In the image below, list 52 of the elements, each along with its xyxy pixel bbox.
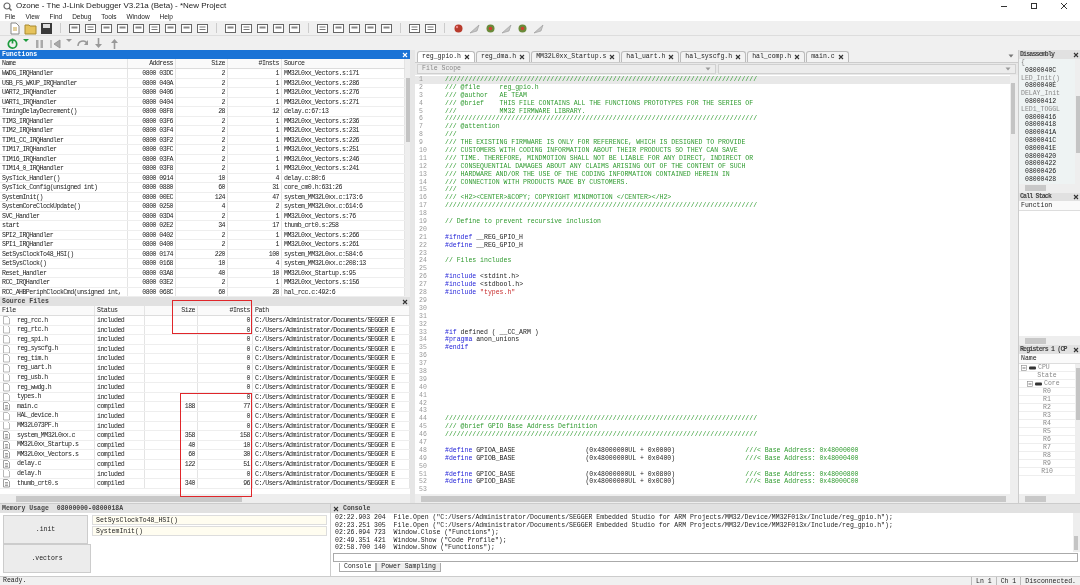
window-title: Ozone - The J-Link Debugger V3.21a (Beta) - *New Project: [16, 1, 227, 11]
close-icon[interactable]: [668, 54, 675, 60]
window-icon[interactable]: [132, 21, 145, 35]
window-icon[interactable]: [332, 21, 345, 35]
maximize-icon[interactable]: [1030, 2, 1038, 10]
caret-icon: [1005, 66, 1011, 72]
close-icon[interactable]: [333, 505, 339, 512]
window-icon[interactable]: [288, 21, 301, 35]
window-icon[interactable]: [424, 21, 437, 35]
window-icon[interactable]: [100, 21, 113, 35]
scrollbar[interactable]: [0, 494, 410, 503]
close-icon[interactable]: [464, 54, 470, 60]
scrollbar[interactable]: [1019, 336, 1080, 345]
window-icon[interactable]: [364, 21, 377, 35]
window-icon[interactable]: [272, 21, 285, 35]
power-icon[interactable]: [6, 36, 19, 50]
scrollbar[interactable]: [1019, 494, 1080, 503]
close-icon[interactable]: [837, 54, 844, 60]
scrollbar[interactable]: [1075, 364, 1080, 494]
close-icon[interactable]: [402, 298, 408, 305]
window-icon[interactable]: [164, 21, 177, 35]
close-icon[interactable]: [1060, 2, 1068, 10]
scrollbar[interactable]: [1010, 75, 1018, 494]
window-icon[interactable]: [240, 21, 253, 35]
command-input[interactable]: [333, 553, 1078, 562]
window-icon[interactable]: [196, 21, 209, 35]
close-icon[interactable]: [519, 54, 526, 60]
close-icon[interactable]: [1073, 51, 1079, 58]
window-icon[interactable]: [380, 21, 393, 35]
close-icon[interactable]: [735, 54, 742, 60]
caret-icon: [704, 66, 711, 72]
save-icon[interactable]: [40, 21, 53, 35]
scrollbar[interactable]: [1073, 513, 1080, 552]
close-icon[interactable]: [1073, 193, 1079, 200]
window-icon[interactable]: [116, 21, 129, 35]
window-icon[interactable]: [224, 21, 237, 35]
window-icon[interactable]: [348, 21, 361, 35]
scrollbar[interactable]: [415, 494, 1018, 503]
window-icon[interactable]: [68, 21, 81, 35]
app-icon: [3, 1, 12, 11]
window-icon[interactable]: [408, 21, 421, 35]
window-icon[interactable]: [84, 21, 97, 35]
scrollbar[interactable]: [1075, 59, 1080, 184]
window-icon[interactable]: [180, 21, 193, 35]
close-icon[interactable]: [1073, 346, 1079, 353]
scrollbar[interactable]: [1019, 183, 1080, 193]
window-icon[interactable]: [316, 21, 329, 35]
close-icon[interactable]: [609, 54, 616, 60]
close-icon[interactable]: [794, 54, 801, 60]
caret-icon[interactable]: [1008, 53, 1014, 59]
window-icon[interactable]: [148, 21, 161, 35]
window-icon[interactable]: [256, 21, 269, 35]
